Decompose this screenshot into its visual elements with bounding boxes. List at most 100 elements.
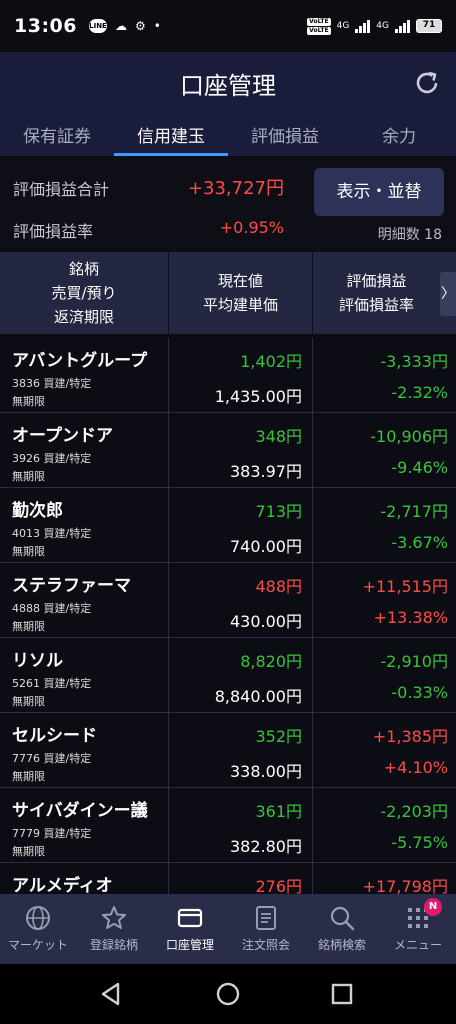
status-time: 13:06 (14, 15, 77, 37)
notification-icons: LINE ☁ ⚙ • (88, 19, 161, 33)
col-header-price: 現在値 平均建単価 (168, 252, 312, 334)
nav-search-label: 銘柄検索 (317, 938, 366, 952)
stock-name: アバントグループ (12, 351, 148, 371)
back-icon[interactable] (98, 981, 124, 1007)
tab-valuation[interactable]: 評価損益 (228, 112, 342, 156)
volte-icon: VoLTE VoLTE (307, 17, 331, 35)
account-tabs: 保有証券 信用建玉 評価損益 余力 (0, 112, 456, 156)
stock-name: セルシード (12, 726, 97, 746)
notification-badge: N (424, 898, 442, 916)
unrealized-pl: +11,515円 (362, 577, 448, 596)
tab-margin-positions[interactable]: 信用建玉 (114, 112, 228, 156)
current-price: 348円 (255, 427, 302, 446)
stock-code-type: 4013 買建/特定 (12, 527, 92, 540)
average-price: 8,840.00円 (214, 687, 302, 706)
list-item[interactable]: アバントグループ 3836 買建/特定 無期限 1,402円 1,435.00円… (0, 338, 456, 413)
average-price: 382.80円 (230, 837, 302, 856)
pl-total-label: 評価損益合計 (13, 180, 110, 199)
average-price: 740.00円 (230, 537, 302, 556)
unrealized-pl-rate: +4.10% (383, 758, 448, 777)
app-notification-icon: ☁ (114, 19, 127, 33)
unrealized-pl: -2,910円 (380, 652, 448, 671)
stock-code-type: 7779 買建/特定 (12, 827, 92, 840)
positions-list[interactable]: アバントグループ 3836 買建/特定 無期限 1,402円 1,435.00円… (0, 334, 456, 894)
page-title: 口座管理 (180, 72, 276, 100)
repayment-term: 無期限 (12, 395, 45, 408)
list-item[interactable]: 勤次郎 4013 買建/特定 無期限 713円 740.00円 -2,717円 … (0, 488, 456, 563)
detail-count: 明細数 18 (377, 227, 442, 243)
pl-rate-label: 評価損益率 (13, 222, 94, 241)
current-price: 713円 (255, 502, 302, 521)
list-item[interactable]: オープンドア 3926 買建/特定 無期限 348円 383.97円 -10,9… (0, 413, 456, 488)
dot-icon: • (153, 19, 161, 33)
signal-icon (355, 19, 371, 33)
repayment-term: 無期限 (12, 695, 45, 708)
pl-total-value: +33,727円 (187, 178, 284, 199)
nav-orders[interactable]: 注文照会 (228, 894, 304, 964)
nav-watchlist-label: 登録銘柄 (89, 938, 138, 952)
network-type: 4G (336, 21, 350, 31)
stock-name: ステラファーマ (12, 576, 131, 596)
col-header-price-line2: 平均建単価 (202, 296, 278, 314)
unrealized-pl: +17,798円 (362, 877, 448, 894)
summary-panel: 評価損益合計 +33,727円 評価損益率 +0.95% 表示・並替 明細数 1… (0, 156, 456, 252)
list-item[interactable]: ステラファーマ 4888 買建/特定 無期限 488円 430.00円 +11,… (0, 563, 456, 638)
display-sort-button[interactable]: 表示・並替 (314, 168, 444, 216)
nav-search[interactable]: 銘柄検索 (304, 894, 380, 964)
stock-name: サイバダインー議 (12, 801, 148, 821)
current-price: 361円 (255, 802, 302, 821)
refresh-icon[interactable] (412, 68, 442, 98)
signal-icon-2 (395, 19, 410, 33)
unrealized-pl-rate: -0.33% (391, 683, 448, 702)
document-icon (256, 906, 276, 930)
list-item[interactable]: サイバダインー議 7779 買建/特定 無期限 361円 382.80円 -2,… (0, 788, 456, 863)
unrealized-pl: -3,333円 (380, 352, 448, 371)
nav-account[interactable]: 口座管理 (152, 894, 228, 964)
line-app-icon: LINE (88, 19, 107, 33)
nav-account-label: 口座管理 (165, 938, 214, 952)
nav-watchlist[interactable]: 登録銘柄 (76, 894, 152, 964)
current-price: 1,402円 (240, 352, 302, 371)
nav-market[interactable]: マーケット (0, 894, 76, 964)
column-header: 銘柄 売買/預り 返済期限 現在値 平均建単価 評価損益 評価損益率 〉 (0, 252, 456, 334)
stock-code-type: 3926 買建/特定 (12, 452, 92, 465)
tab-holdings[interactable]: 保有証券 (0, 112, 114, 156)
home-icon[interactable] (215, 981, 241, 1007)
stock-code-type: 3836 買建/特定 (12, 377, 92, 390)
chevron-right-icon[interactable]: 〉 (440, 272, 456, 316)
stock-name: オープンドア (12, 426, 113, 446)
globe-icon (26, 906, 50, 930)
current-price: 276円 (255, 877, 302, 894)
unrealized-pl: -10,906円 (370, 427, 448, 446)
unrealized-pl-rate: +13.38% (373, 608, 448, 627)
unrealized-pl: +1,385円 (372, 727, 448, 746)
current-price: 488円 (255, 577, 302, 596)
unrealized-pl: -2,717円 (380, 502, 448, 521)
list-item[interactable]: リソル 5261 買建/特定 無期限 8,820円 8,840.00円 -2,9… (0, 638, 456, 713)
unrealized-pl-rate: -2.32% (391, 383, 448, 402)
average-price: 338.00円 (230, 762, 302, 781)
nav-menu-label: メニュー (393, 938, 442, 952)
current-price: 352円 (255, 727, 302, 746)
repayment-term: 無期限 (12, 845, 45, 858)
stock-code-type: 5261 買建/特定 (12, 677, 92, 690)
search-icon (330, 906, 355, 931)
repayment-term: 無期限 (12, 620, 45, 633)
average-price: 383.97円 (230, 462, 302, 481)
stock-name: 勤次郎 (12, 501, 63, 521)
list-item[interactable]: セルシード 7776 買建/特定 無期限 352円 338.00円 +1,385… (0, 713, 456, 788)
nav-orders-label: 注文照会 (241, 938, 290, 952)
tab-buying-power[interactable]: 余力 (342, 112, 456, 156)
recents-icon[interactable] (330, 982, 354, 1006)
nav-menu[interactable]: N メニュー (380, 894, 456, 964)
repayment-term: 無期限 (12, 770, 45, 783)
unrealized-pl-rate: -9.46% (391, 458, 448, 477)
stock-name: アルメディオ (12, 876, 113, 894)
col-header-symbol: 銘柄 売買/預り 返済期限 (0, 252, 168, 334)
col-header-price-line1: 現在値 (217, 272, 263, 290)
nav-market-label: マーケット (7, 938, 68, 952)
stock-name: リソル (12, 651, 63, 671)
list-item[interactable]: アルメディオ 276円 +17,798円 (0, 863, 456, 894)
network-type-2: 4G (376, 21, 389, 31)
card-icon (177, 908, 203, 928)
